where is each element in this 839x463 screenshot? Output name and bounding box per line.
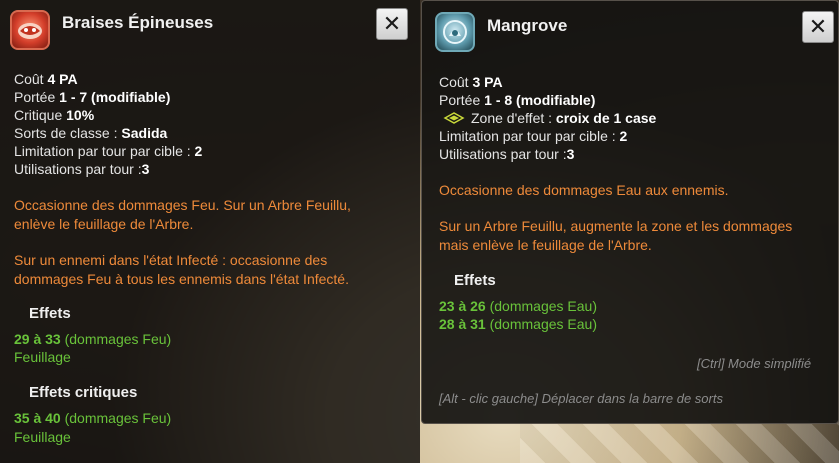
effects-title: Effets xyxy=(454,272,496,289)
simplified-mode-hint: [Ctrl] Mode simplifié xyxy=(697,356,812,371)
critical-effects-title: Effets critiques xyxy=(29,384,138,401)
cost-row: Coût 4 PA xyxy=(14,71,78,87)
spell-tooltip-braises: Braises Épineuses ✕ Coût 4 PA Portée 1 -… xyxy=(0,0,420,463)
class-row: Sorts de classe : Sadida xyxy=(14,125,168,141)
close-icon: ✕ xyxy=(808,14,828,39)
spell-description-tree: Sur un Arbre Feuillu, augmente la zone e… xyxy=(439,218,793,253)
critical-effect-line: Feuillage xyxy=(14,429,71,445)
floor-tiles xyxy=(520,420,839,463)
close-icon: ✕ xyxy=(382,11,402,36)
water-spell-icon xyxy=(435,12,475,52)
move-to-bar-hint: [Alt - clic gauche] Déplacer dans la bar… xyxy=(439,391,723,406)
limit-target-row: Limitation par tour par cible : 2 xyxy=(439,128,628,144)
close-button[interactable]: ✕ xyxy=(802,11,834,43)
spell-title: Mangrove xyxy=(487,16,568,35)
spell-title: Braises Épineuses xyxy=(62,13,214,32)
range-row: Portée 1 - 7 (modifiable) xyxy=(14,89,171,105)
cost-row: Coût 3 PA xyxy=(439,74,503,90)
limit-target-row: Limitation par tour par cible : 2 xyxy=(14,143,203,159)
effects-title: Effets xyxy=(29,305,71,322)
range-row: Portée 1 - 8 (modifiable) xyxy=(439,92,596,108)
close-button[interactable]: ✕ xyxy=(376,8,408,40)
uses-row: Utilisations par tour :3 xyxy=(14,161,150,177)
fire-spell-icon xyxy=(10,10,50,50)
effect-line: Feuillage xyxy=(14,349,71,365)
uses-row: Utilisations par tour :3 xyxy=(439,146,575,162)
spell-description-infected: Sur un ennemi dans l'état Infecté : occa… xyxy=(14,252,349,287)
spell-description: Occasionne des dommages Feu. Sur un Arbr… xyxy=(14,197,351,232)
crit-row: Critique 10% xyxy=(14,107,95,123)
cross-zone-icon xyxy=(443,112,465,124)
effect-line: 23 à 26 (dommages Eau) xyxy=(439,298,597,314)
zone-row: Zone d'effet : croix de 1 case xyxy=(443,109,656,127)
effect-line: 29 à 33 (dommages Feu) xyxy=(14,331,172,347)
effect-line: 28 à 31 (dommages Eau) xyxy=(439,316,597,332)
spell-description: Occasionne des dommages Eau aux ennemis. xyxy=(439,182,729,198)
critical-effect-line: 35 à 40 (dommages Feu) xyxy=(14,410,172,426)
